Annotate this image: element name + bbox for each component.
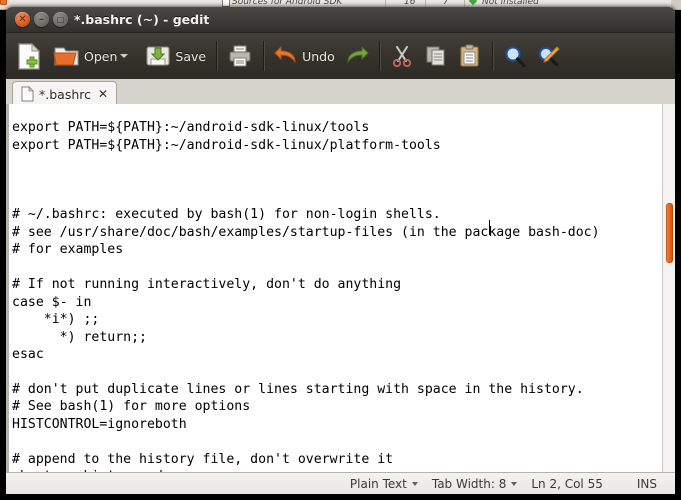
undo-button[interactable]: Undo [269,34,340,78]
save-button[interactable]: Save [140,34,211,78]
tab-close-icon[interactable]: ✕ [98,88,108,100]
language-label: Plain Text [349,477,407,491]
toolbar-divider [491,41,493,71]
toolbar-divider [378,41,380,71]
printer-icon [227,43,253,69]
tab-label: *.bashrc [39,86,91,102]
undo-button-label: Undo [302,48,335,64]
background-row-name: Sources for Android SDK [232,0,343,7]
paste-button[interactable] [453,34,487,78]
tab-strip: *.bashrc ✕ [6,79,675,106]
tab-width-label: Tab Width: 8 [431,477,507,491]
clipboard-icon [458,44,482,68]
open-button[interactable]: Open [48,34,140,78]
background-row-status: Not installed [482,0,539,7]
redo-arrow-icon [345,45,369,67]
find-button[interactable] [498,34,532,78]
copy-pages-icon [424,44,448,68]
close-window-button[interactable]: ✕ [15,12,30,27]
close-icon: ✕ [18,13,27,25]
tab-bashrc[interactable]: *.bashrc ✕ [12,81,118,106]
language-selector[interactable]: Plain Text [350,477,418,491]
cut-button[interactable] [385,34,419,78]
scrollbar-thumb[interactable] [666,203,673,263]
diamond-icon [468,0,478,6]
window-title: *.bashrc (~) - gedit [74,12,210,27]
text-cursor [489,220,490,235]
tab-width-selector[interactable]: Tab Width: 8 [431,477,518,491]
insert-mode-indicator: INS [636,477,657,491]
status-bar: Plain Text Tab Width: 8 Ln 2, Col 55 INS [6,472,675,494]
redo-button[interactable] [340,34,374,78]
new-document-button[interactable] [6,34,48,78]
title-bar[interactable]: ✕ – □ *.bashrc (~) - gedit [6,7,675,33]
copy-button[interactable] [419,34,453,78]
toolbar-divider [263,41,265,71]
text-editor-area[interactable]: export PATH=${PATH}:~/android-sdk-linux/… [6,104,675,472]
minimize-window-button[interactable]: – [34,12,49,27]
scissors-icon [390,44,414,68]
toolbar: Open Save Undo [6,33,675,80]
chevron-down-icon[interactable] [511,482,518,486]
gedit-window: ✕ – □ *.bashrc (~) - gedit Open Save Und… [6,7,675,494]
text-file-icon [21,86,34,102]
new-document-icon [16,42,43,71]
editor-text[interactable]: export PATH=${PATH}:~/android-sdk-linux/… [12,119,600,472]
background-row-rev: 7 [443,0,449,7]
magnifier-icon [503,44,527,68]
print-button[interactable] [222,34,258,78]
background-row-api: 16 [404,0,416,7]
magnifier-pencil-icon [537,44,561,68]
maximize-window-button[interactable]: □ [53,12,68,27]
checkbox-checked-icon[interactable] [0,0,7,5]
minimize-icon: – [39,13,44,25]
undo-arrow-icon [274,45,298,67]
open-folder-icon [53,43,80,69]
maximize-icon: □ [56,14,65,24]
chevron-down-icon[interactable] [120,54,129,58]
package-icon [222,0,230,7]
toolbar-divider [216,41,218,71]
cursor-position: Ln 2, Col 55 [531,477,603,491]
save-disk-icon [145,43,171,69]
open-button-label: Open [84,48,118,64]
replace-button[interactable] [532,34,566,78]
vertical-scrollbar[interactable] [662,104,675,472]
save-button-label: Save [175,48,207,64]
chevron-down-icon[interactable] [411,482,418,486]
